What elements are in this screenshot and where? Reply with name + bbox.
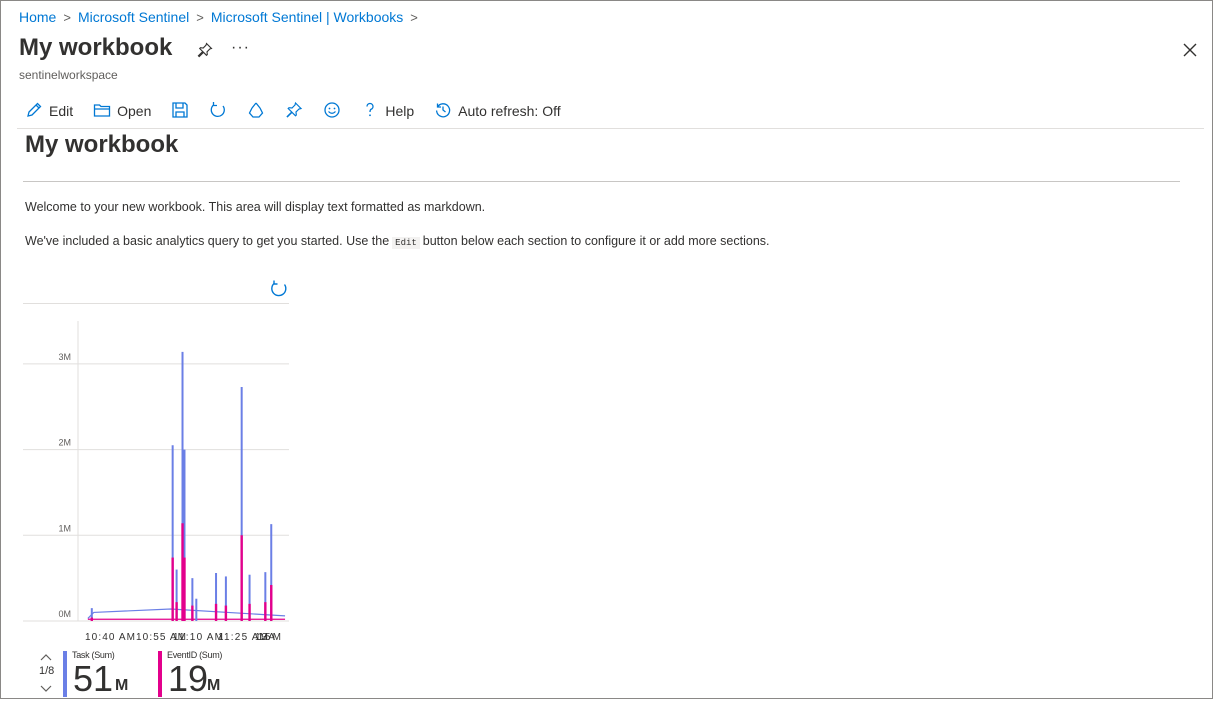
instructions-text: We've included a basic analytics query t… bbox=[25, 234, 770, 249]
legend-value-eventid: 19 bbox=[168, 658, 209, 699]
question-icon bbox=[361, 101, 379, 122]
refresh-button[interactable] bbox=[209, 99, 227, 123]
instructions-text-start: We've included a basic analytics query t… bbox=[25, 234, 390, 248]
breadcrumb: Home > Microsoft Sentinel > Microsoft Se… bbox=[19, 9, 425, 25]
open-button[interactable]: Open bbox=[93, 99, 151, 123]
feedback-button[interactable] bbox=[323, 99, 341, 123]
history-clock-icon bbox=[434, 101, 452, 122]
heading-divider bbox=[23, 181, 1180, 182]
auto-refresh-label: Auto refresh: Off bbox=[458, 103, 561, 119]
x-tick-label: 10:40 AM bbox=[85, 632, 135, 643]
legend-swatch-eventid bbox=[158, 651, 162, 697]
chart-refresh-icon[interactable] bbox=[269, 279, 289, 299]
breadcrumb-separator: > bbox=[410, 9, 418, 25]
toolbar: Edit Open Help Auto refresh: Off bbox=[25, 99, 581, 123]
auto-refresh-button[interactable]: Auto refresh: Off bbox=[434, 99, 561, 123]
open-label: Open bbox=[117, 103, 152, 119]
toolbar-divider bbox=[17, 128, 1204, 129]
legend-unit-task: M bbox=[115, 677, 129, 694]
close-icon[interactable] bbox=[1182, 42, 1198, 58]
pin-to-dashboard-button[interactable] bbox=[285, 99, 303, 123]
refresh-icon bbox=[209, 101, 227, 122]
breadcrumb-separator: > bbox=[196, 9, 204, 25]
legend-prev-button[interactable] bbox=[39, 649, 53, 661]
legend-pager-text: 1/8 bbox=[39, 665, 55, 677]
breadcrumb-separator: > bbox=[63, 9, 71, 25]
pencil-icon bbox=[25, 101, 43, 122]
edit-button[interactable]: Edit bbox=[25, 99, 73, 123]
y-tick-label: 3M bbox=[58, 352, 71, 362]
edit-code-snippet: Edit bbox=[392, 237, 420, 249]
instructions-text-end: button below each section to configure i… bbox=[422, 234, 770, 248]
series-task-baseline bbox=[87, 608, 286, 619]
y-tick-label: 1M bbox=[58, 523, 71, 533]
page-title: My workbook bbox=[19, 34, 173, 61]
share-icon bbox=[247, 101, 265, 122]
workbook-heading: My workbook bbox=[25, 131, 179, 158]
legend-value-task: 51 bbox=[73, 658, 114, 699]
smiley-icon bbox=[323, 101, 341, 122]
workspace-subtitle: sentinelworkspace bbox=[19, 68, 118, 82]
help-label: Help bbox=[385, 103, 415, 119]
time-series-chart: 0M1M2M3M10:40 AM 10:55 AM11:10 AM11:25 AM… bbox=[23, 303, 289, 643]
legend-unit-eventid: M bbox=[207, 677, 221, 694]
x-tick-label: 11:35 AM bbox=[255, 632, 281, 643]
legend-next-button[interactable] bbox=[39, 681, 53, 692]
share-button[interactable] bbox=[247, 99, 265, 123]
y-tick-label: 0M bbox=[58, 609, 71, 619]
legend-swatch-task bbox=[63, 651, 67, 697]
breadcrumb-home[interactable]: Home bbox=[19, 9, 56, 25]
breadcrumb-microsoft-sentinel[interactable]: Microsoft Sentinel bbox=[78, 9, 189, 25]
y-tick-label: 2M bbox=[58, 438, 71, 448]
welcome-text: Welcome to your new workbook. This area … bbox=[25, 200, 486, 214]
edit-label: Edit bbox=[49, 103, 74, 119]
breadcrumb-workbooks[interactable]: Microsoft Sentinel | Workbooks bbox=[211, 9, 403, 25]
save-icon bbox=[171, 101, 189, 122]
help-button[interactable]: Help bbox=[361, 99, 414, 123]
more-options-button[interactable]: ··· bbox=[231, 39, 250, 57]
save-button[interactable] bbox=[171, 99, 189, 123]
pin-icon bbox=[285, 101, 303, 122]
x-tick-label: 11:10 AM bbox=[173, 632, 223, 643]
folder-icon bbox=[93, 101, 111, 122]
pin-icon[interactable] bbox=[197, 42, 215, 60]
